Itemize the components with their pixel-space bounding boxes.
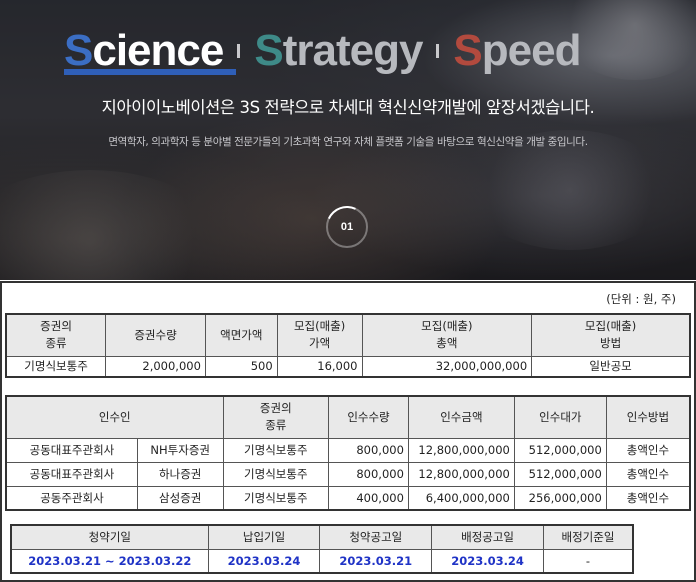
table-cell: 2023.03.24 (431, 548, 544, 574)
table-cell: 공동대표주관회사 (5, 461, 138, 487)
slide-indicator[interactable]: 01 (320, 200, 374, 254)
underwriter-table: 인수인 증권의 종류 인수수량 인수금액 인수대가 인수방법 공동대표주관회사 N… (5, 395, 691, 511)
schedule-header: 청약공고일 (319, 524, 433, 550)
hero-banner: Science Strategy Speed 지아이이노베이션은 3S 전략으로… (0, 0, 696, 280)
offering-row: 기명식보통주 2,000,000 500 16,000 32,000,000,0… (5, 355, 691, 378)
schedule-header: 배정공고일 (431, 524, 544, 550)
table-cell: 2,000,000 (105, 355, 206, 378)
schedule-header: 배정기준일 (542, 524, 634, 550)
schedule-header: 청약기일 (10, 524, 209, 550)
word-science-initial: S (64, 26, 93, 75)
underwriter-header: 인수방법 (605, 395, 691, 439)
underwriter-row: 공동대표주관회사 하나증권 기명식보통주 800,000 12,800,000,… (5, 461, 691, 487)
table-cell: 16,000 (276, 355, 363, 378)
table-cell: 400,000 (328, 485, 409, 511)
table-cell: 총액인수 (605, 485, 691, 511)
table-cell: 일반공모 (531, 355, 691, 378)
table-cell: 하나증권 (136, 461, 224, 487)
table-cell: - (542, 548, 634, 574)
schedule-row: 2023.03.21 ~ 2023.03.22 2023.03.24 2023.… (10, 548, 634, 574)
table-cell: 공동주관회사 (5, 485, 138, 511)
table-cell: 총액인수 (605, 437, 691, 463)
offering-header: 모집(매출) 가액 (276, 313, 363, 357)
table-cell: 32,000,000,000 (361, 355, 533, 378)
offering-header: 액면가액 (204, 313, 278, 357)
hero-headline: Science Strategy Speed (64, 26, 582, 76)
table-cell: 256,000,000 (513, 485, 607, 511)
word-strategy-initial: S (254, 26, 283, 75)
offering-table: 증권의 종류 증권수량 액면가액 모집(매출) 가액 모집(매출) 총액 모집(매출)… (5, 313, 691, 378)
offering-header: 증권의 종류 (5, 313, 107, 357)
table-cell: 2023.03.21 (319, 548, 433, 574)
headline-separator (436, 44, 440, 58)
table-cell: 2023.03.24 (207, 548, 321, 574)
word-speed: Speed (453, 26, 582, 76)
slide-number: 01 (340, 221, 354, 233)
table-cell: 총액인수 (605, 461, 691, 487)
offering-document: (단위 : 원, 주) 증권의 종류 증권수량 액면가액 모집(매출) 가액 모집(… (0, 281, 696, 582)
underwriter-row: 공동대표주관회사 NH투자증권 기명식보통주 800,000 12,800,00… (5, 437, 691, 463)
table-cell: 500 (204, 355, 278, 378)
offering-header: 모집(매출) 방법 (531, 313, 691, 357)
underwriter-header: 증권의 종류 (222, 395, 330, 439)
table-cell: 기명식보통주 (5, 355, 107, 378)
underwriter-row: 공동주관회사 삼성증권 기명식보통주 400,000 6,400,000,000… (5, 485, 691, 511)
table-cell: 12,800,000,000 (407, 437, 515, 463)
schedule-header: 납입기일 (207, 524, 321, 550)
table-cell: 공동대표주관회사 (5, 437, 138, 463)
word-science-rest: cience (92, 26, 224, 75)
table-cell: 512,000,000 (513, 461, 607, 487)
table-cell: 삼성증권 (136, 485, 224, 511)
word-speed-rest: peed (481, 26, 582, 75)
table-cell: 800,000 (328, 461, 409, 487)
table-cell: 6,400,000,000 (407, 485, 515, 511)
word-strategy: Strategy (254, 26, 424, 76)
underwriter-header: 인수금액 (407, 395, 515, 439)
unit-note: (단위 : 원, 주) (606, 292, 676, 306)
underwriter-header: 인수인 (5, 395, 224, 439)
underwriter-header: 인수대가 (513, 395, 607, 439)
hero-tagline: 지아이이노베이션은 3S 전략으로 차세대 혁신신약개발에 앞장서겠습니다. (101, 98, 595, 117)
headline-separator (237, 44, 241, 58)
word-speed-initial: S (453, 26, 482, 75)
schedule-table: 청약기일 납입기일 청약공고일 배정공고일 배정기준일 2023.03.21 ~… (10, 524, 634, 574)
word-strategy-rest: trategy (282, 26, 424, 75)
hero-description: 면역학자, 의과학자 등 분야별 전문가들의 기초과학 연구와 자체 플랫폼 기… (108, 136, 588, 148)
underwriter-header: 인수수량 (328, 395, 409, 439)
offering-header: 모집(매출) 총액 (361, 313, 533, 357)
word-science: Science (64, 26, 236, 76)
table-cell: 512,000,000 (513, 437, 607, 463)
table-cell: 기명식보통주 (222, 437, 330, 463)
table-cell: 기명식보통주 (222, 485, 330, 511)
table-cell: 기명식보통주 (222, 461, 330, 487)
table-cell: 800,000 (328, 437, 409, 463)
underwriter-header-row: 인수인 증권의 종류 인수수량 인수금액 인수대가 인수방법 (5, 395, 691, 439)
table-cell: 2023.03.21 ~ 2023.03.22 (10, 548, 209, 574)
offering-header: 증권수량 (105, 313, 206, 357)
table-cell: 12,800,000,000 (407, 461, 515, 487)
offering-header-row: 증권의 종류 증권수량 액면가액 모집(매출) 가액 모집(매출) 총액 모집(매출)… (5, 313, 691, 357)
table-cell: NH투자증권 (136, 437, 224, 463)
schedule-header-row: 청약기일 납입기일 청약공고일 배정공고일 배정기준일 (10, 524, 634, 550)
